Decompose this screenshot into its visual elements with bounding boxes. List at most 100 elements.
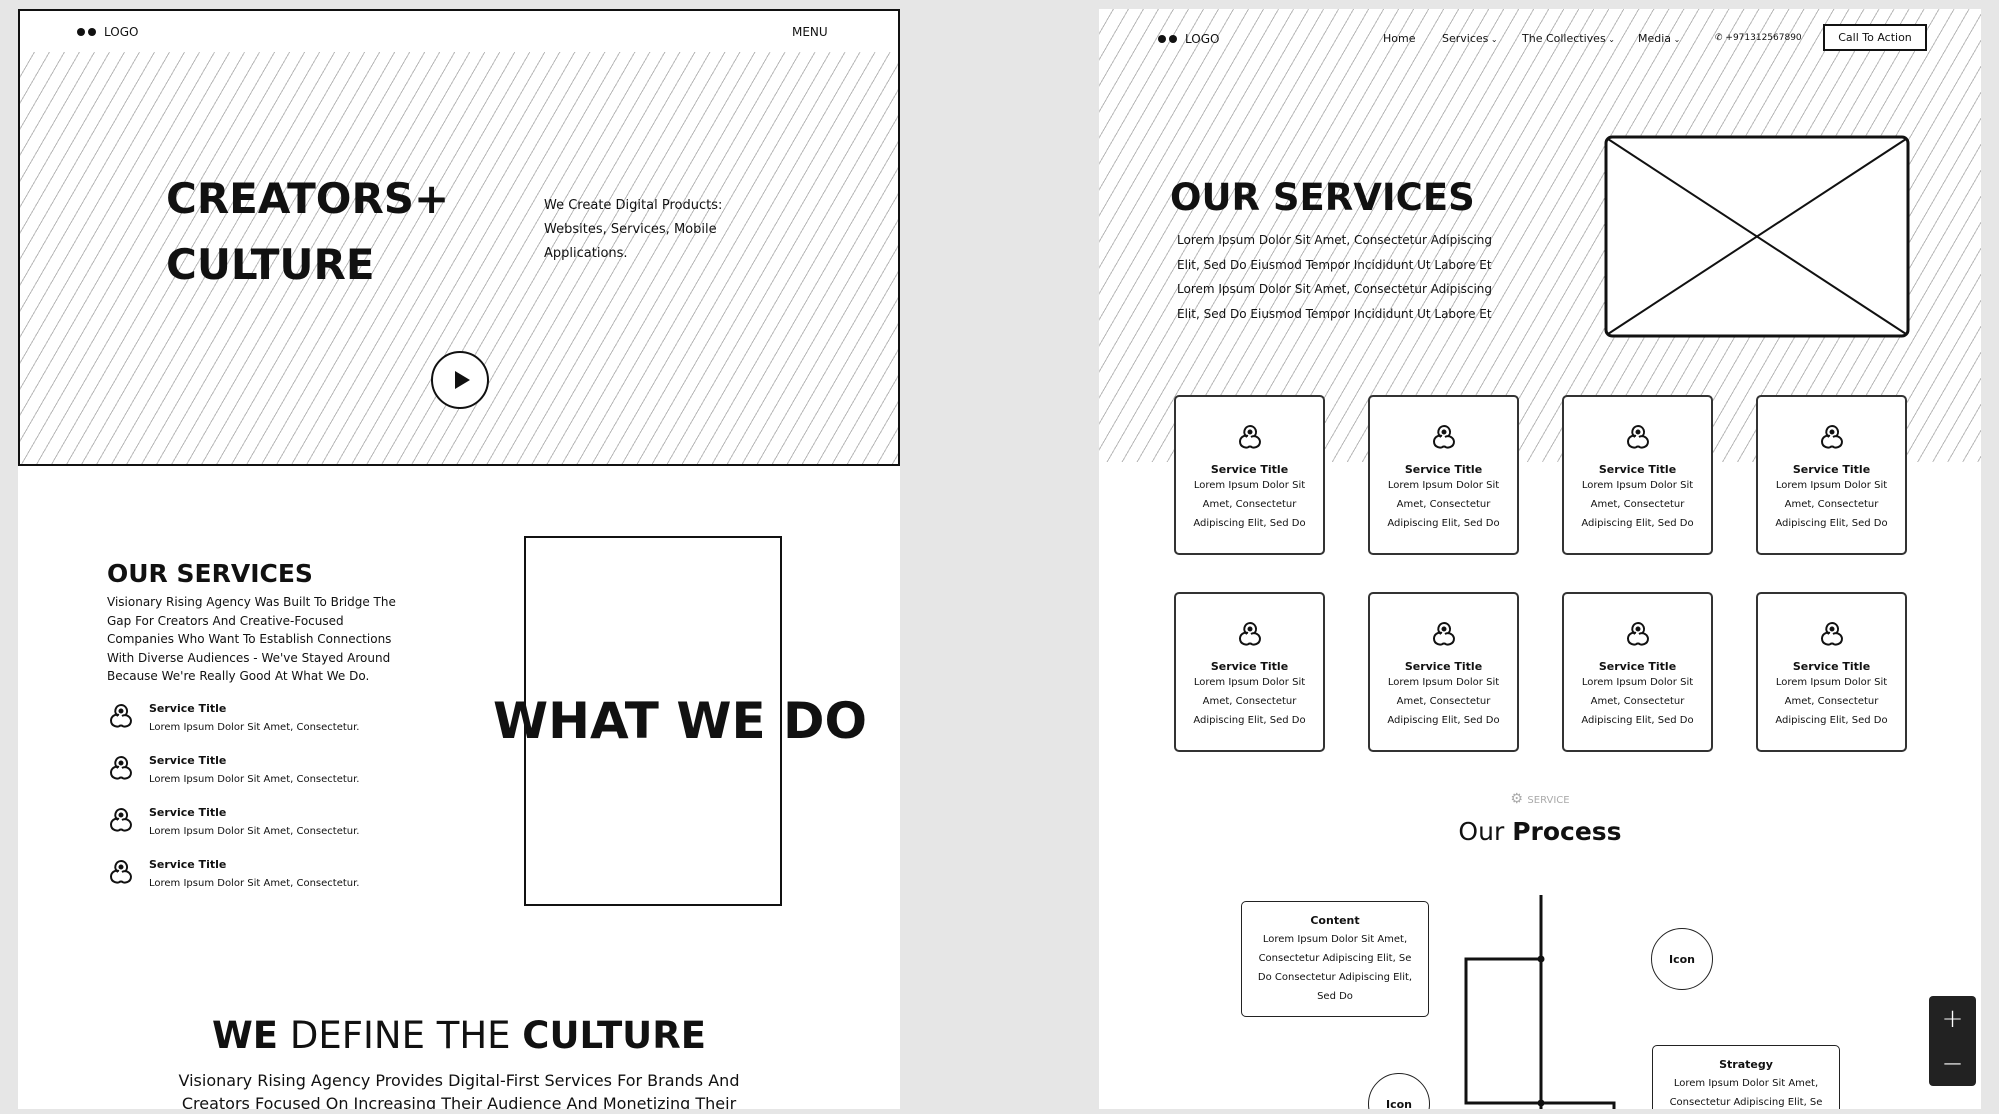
service-card[interactable]: Service Title Lorem Ipsum Dolor Sit Amet, … [1174,592,1325,752]
service-item-title: Service Title [149,858,227,871]
paragraph-line: Elit, Sed Do Eiusmod Tempor Incididunt U… [1177,306,1492,321]
nav-the-collectives[interactable]: The Collectives ⌄ [1522,32,1615,45]
box-line: Lorem Ipsum Dolor Sit Amet, [1673,1078,1819,1089]
card-line: Lorem Ipsum Dolor Sit [1581,677,1694,688]
card-line: Adipiscing Elit, Sed Do [1581,518,1694,529]
phone-number: +971312567890 [1725,33,1802,43]
card-title: Service Title [1792,463,1871,476]
card-title: Service Title [1404,660,1483,673]
card-line: Amet, Consectetur [1396,696,1491,707]
phone-link[interactable]: ✆ +971312567890 [1715,33,1802,43]
knot-icon [107,754,135,782]
zoom-out-button[interactable]: − [1942,1049,1964,1079]
service-card[interactable]: Service Title Lorem Ipsum Dolor Sit Amet, … [1756,592,1907,752]
service-card[interactable]: Service Title Lorem Ipsum Dolor Sit Amet, … [1562,592,1713,752]
culture-heading-bold: WE [211,1014,279,1057]
knot-icon [1624,423,1652,451]
box-line: Do Consectetur Adipiscing Elit, [1257,972,1413,983]
what-we-do-heading: WHAT WE DO [493,692,868,750]
card-line: Adipiscing Elit, Sed Do [1193,518,1306,529]
paragraph-line: Companies Who Want To Establish Connecti… [107,632,392,646]
knot-icon [1818,620,1846,648]
card-line: Adipiscing Elit, Sed Do [1387,715,1500,726]
services-heading: OUR SERVICES [107,559,313,588]
process-timeline [1464,895,1616,1109]
service-list-item: Service Title Lorem Ipsum Dolor Sit Amet,… [107,858,360,890]
call-to-action-button[interactable]: Call To Action [1823,24,1927,51]
card-line: Amet, Consectetur [1784,499,1879,510]
hero-section: CREATORS+ CULTURE We Create Digital Prod… [18,52,900,466]
process-heading-bold: Process [1512,817,1622,846]
nav-home[interactable]: Home [1383,32,1415,45]
logo-text: LOGO [104,25,139,39]
zoom-in-button[interactable]: + [1942,1004,1964,1034]
service-card[interactable]: Service Title Lorem Ipsum Dolor Sit Amet, … [1368,592,1519,752]
card-line: Amet, Consectetur [1202,499,1297,510]
knot-icon [1236,423,1264,451]
card-title: Service Title [1792,660,1871,673]
menu-button[interactable]: MENU [792,25,828,39]
card-title: Service Title [1598,463,1677,476]
card-line: Amet, Consectetur [1784,696,1879,707]
paragraph-line: Creators Focused On Increasing Their Aud… [181,1094,737,1109]
card-line: Adipiscing Elit, Sed Do [1581,715,1694,726]
paragraph-line: Lorem Ipsum Dolor Sit Amet, Consectetur … [1177,282,1492,296]
image-placeholder [1604,135,1910,338]
paragraph-line: Visionary Rising Agency Was Built To Bri… [107,595,396,609]
service-item-text: Service Title Lorem Ipsum Dolor Sit Amet,… [149,754,360,786]
knot-icon [107,806,135,834]
process-eyebrow: ⚙ SERVICE [1099,791,1981,807]
desktop-wireframe-panel: LOGO Home Services ⌄ The Collectives ⌄ M… [1099,9,1981,1109]
logo-text: LOGO [1185,32,1220,46]
card-line: Lorem Ipsum Dolor Sit [1775,480,1888,491]
card-line: Adipiscing Elit, Sed Do [1775,715,1888,726]
service-item-text: Service Title Lorem Ipsum Dolor Sit Amet,… [149,858,360,890]
card-line: Adipiscing Elit, Sed Do [1193,715,1306,726]
services-heading: OUR SERVICES [1170,176,1475,219]
logo[interactable]: LOGO [1158,32,1219,46]
mobile-wireframe-panel: LOGO MENU CREATORS+ CULTURE We Create Di… [18,9,900,1109]
nav-services[interactable]: Services ⌄ [1442,32,1498,45]
timeline-node [1537,1099,1545,1107]
card-line: Lorem Ipsum Dolor Sit [1387,480,1500,491]
services-intro: Lorem Ipsum Dolor Sit Amet, Consectetur … [1177,228,1492,326]
logo-dots-icon [1158,35,1177,43]
card-title: Service Title [1404,463,1483,476]
service-item-title: Service Title [149,806,227,819]
service-item-text: Service Title Lorem Ipsum Dolor Sit Amet,… [149,702,360,734]
knot-icon [1624,620,1652,648]
card-line: Adipiscing Elit, Sed Do [1775,518,1888,529]
culture-heading-regular: DEFINE THE [289,1014,511,1057]
card-line: Lorem Ipsum Dolor Sit [1581,480,1694,491]
service-card[interactable]: Service Title Lorem Ipsum Dolor Sit Amet, … [1368,395,1519,555]
logo[interactable]: LOGO [77,25,138,39]
card-title: Service Title [1210,463,1289,476]
service-card[interactable]: Service Title Lorem Ipsum Dolor Sit Amet, … [1174,395,1325,555]
card-line: Amet, Consectetur [1590,696,1685,707]
culture-paragraph: Visionary Rising Agency Provides Digital… [18,1069,900,1109]
hero-title-line2: CULTURE [166,240,375,289]
culture-heading: WE DEFINE THE CULTURE [18,1014,900,1057]
service-item-title: Service Title [149,702,227,715]
zoom-controls: + − [1929,996,1976,1086]
box-title: Strategy [1719,1058,1773,1071]
service-card[interactable]: Service Title Lorem Ipsum Dolor Sit Amet, … [1562,395,1713,555]
nav-media[interactable]: Media ⌄ [1638,32,1680,45]
nav-label: The Collectives [1522,32,1606,45]
chevron-down-icon: ⌄ [1488,35,1498,44]
paragraph-line: Gap For Creators And Creative-Focused [107,613,344,628]
service-card[interactable]: Service Title Lorem Ipsum Dolor Sit Amet, … [1756,395,1907,555]
card-line: Adipiscing Elit, Sed Do [1387,518,1500,529]
icon-placeholder-circle: Icon [1651,928,1713,990]
process-strategy-box: Strategy Lorem Ipsum Dolor Sit Amet, Con… [1652,1045,1840,1109]
knot-icon [1818,423,1846,451]
service-item-desc: Lorem Ipsum Dolor Sit Amet, Consectetur. [149,722,360,733]
paragraph-line: Because We're Really Good At What We Do. [107,669,370,683]
card-line: Amet, Consectetur [1202,696,1297,707]
box-title: Content [1310,914,1360,927]
hero-text-line: Applications. [544,246,628,261]
card-line: Lorem Ipsum Dolor Sit [1193,677,1306,688]
service-item-desc: Lorem Ipsum Dolor Sit Amet, Consectetur. [149,826,360,837]
icon-placeholder-circle: Icon [1368,1073,1430,1109]
play-button[interactable] [431,351,489,409]
